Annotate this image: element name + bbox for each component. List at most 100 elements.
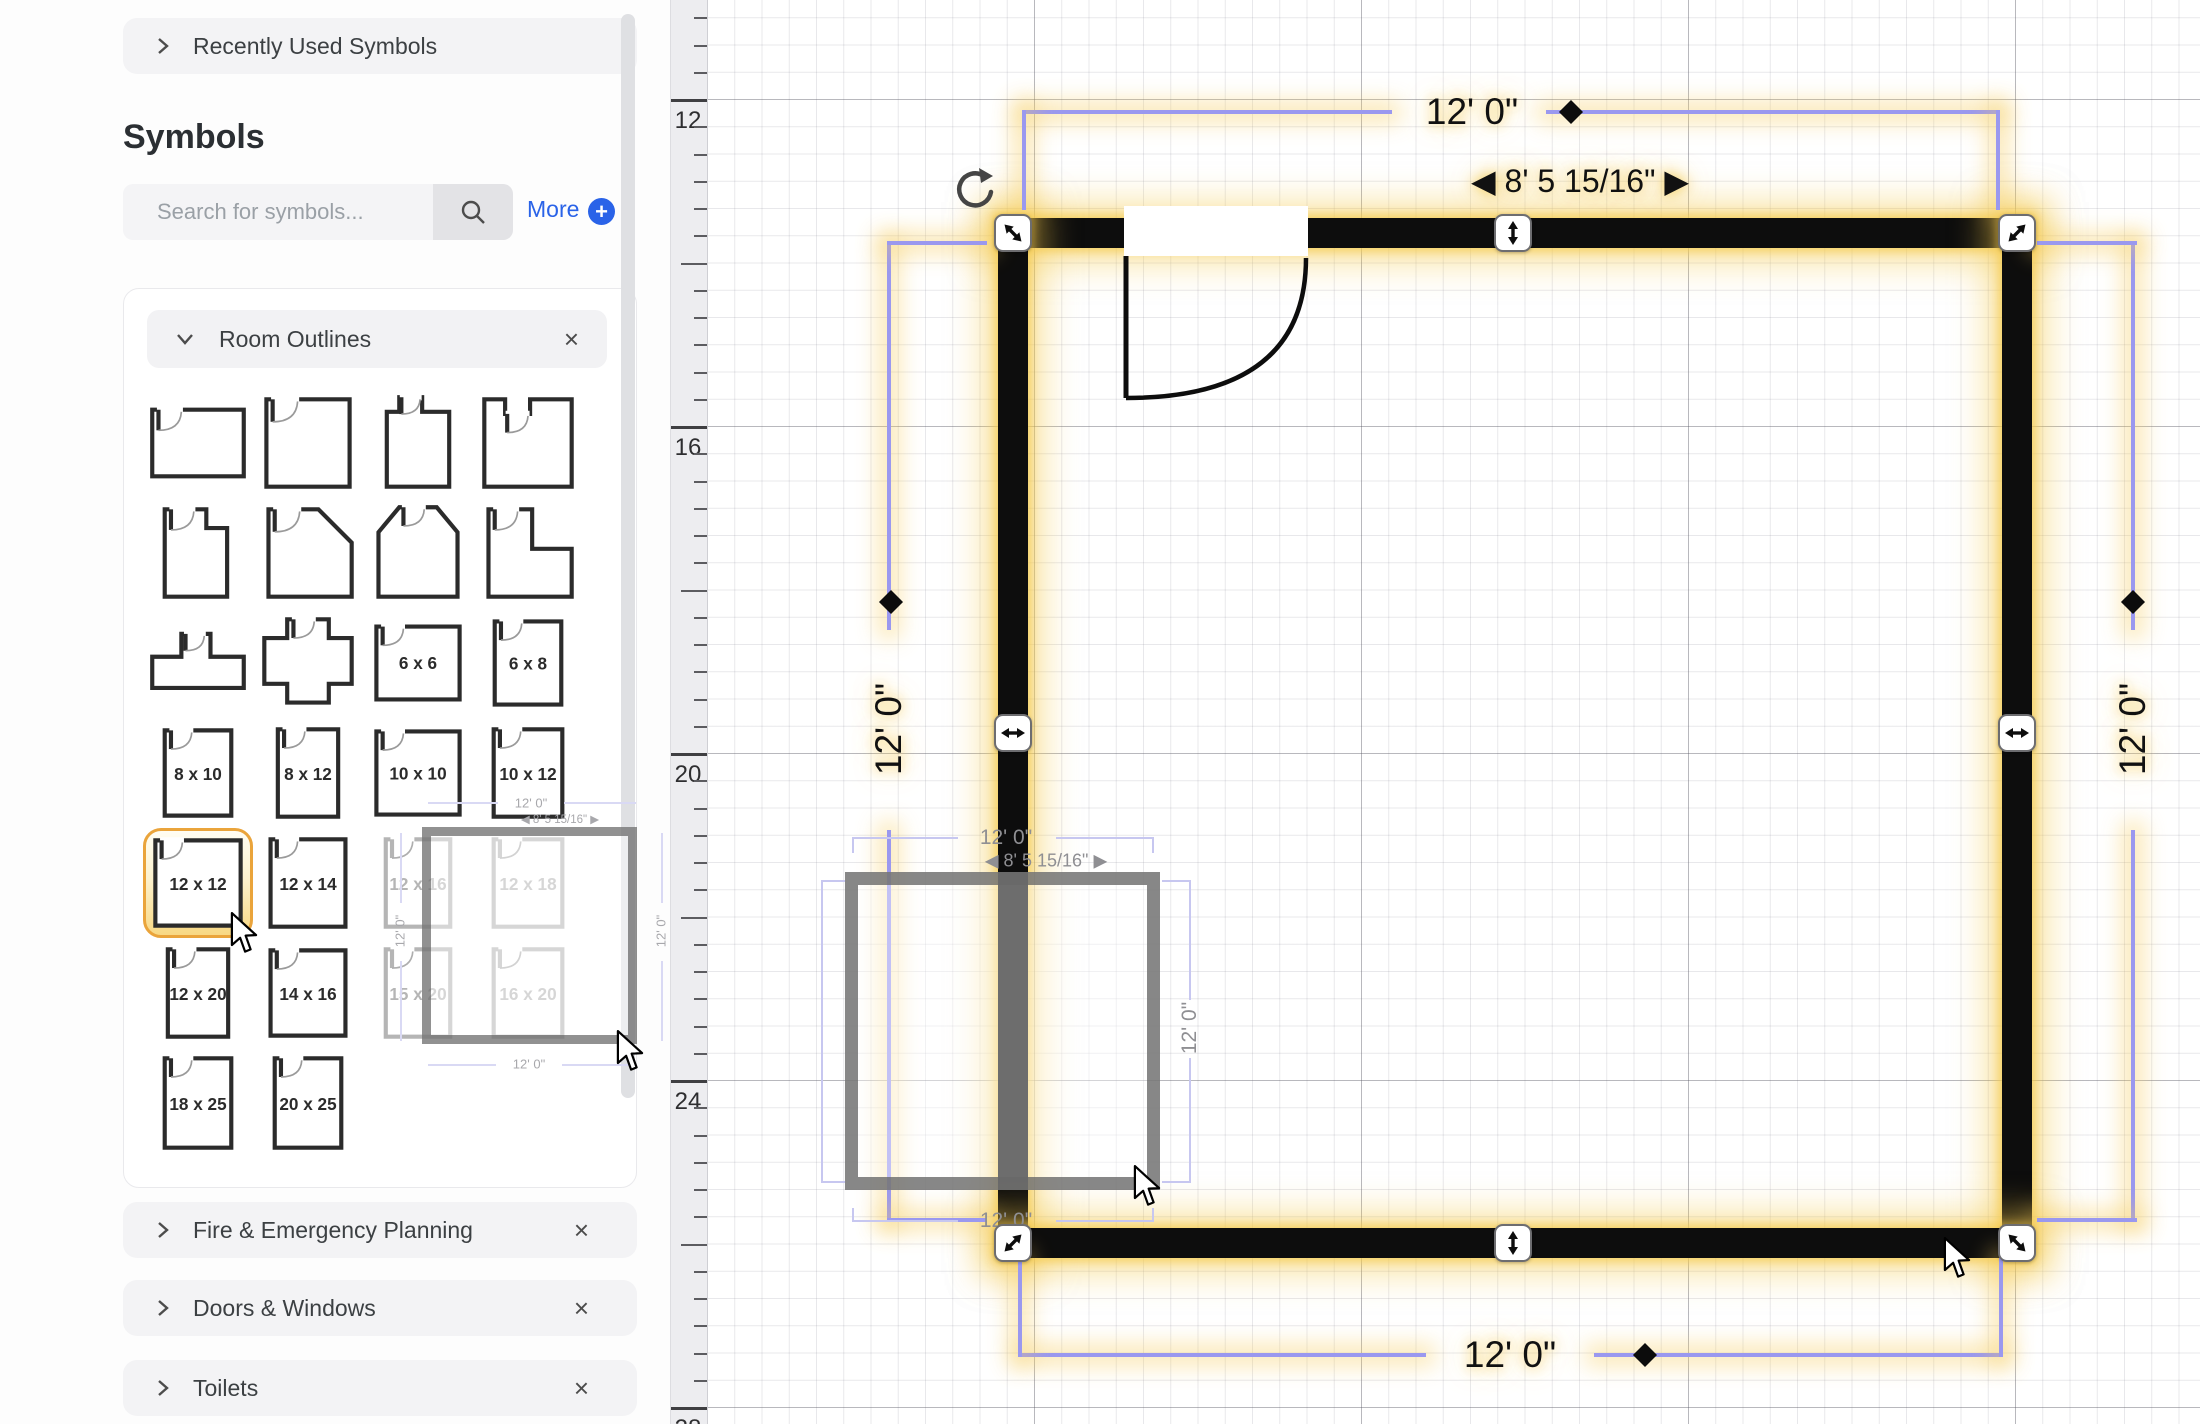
svg-text:12 x 14: 12 x 14 <box>279 874 337 894</box>
more-shapes-link[interactable]: More <box>527 196 579 223</box>
symbol-shape-9[interactable] <box>253 608 363 718</box>
ruler-tick <box>694 1053 707 1055</box>
symbol-20x25[interactable]: 20 x 25 <box>253 1048 363 1158</box>
door-swing-icon[interactable] <box>1108 240 1318 440</box>
symbol-shape-0[interactable] <box>143 388 253 498</box>
ghost-dimension-line <box>1189 1058 1191 1183</box>
rotate-handle[interactable] <box>948 166 996 219</box>
ruler-tick <box>694 481 707 483</box>
chevron-right-icon <box>155 34 171 58</box>
ghost-dimension-line <box>823 880 845 882</box>
symbol-shape-6[interactable] <box>363 498 473 608</box>
dimension-line <box>1996 110 2000 210</box>
symbol-shape-8[interactable] <box>143 608 253 718</box>
symbol-shape-7[interactable] <box>473 498 583 608</box>
dimension-height-right: 12' 0" <box>2112 683 2154 775</box>
mouse-cursor-icon <box>1942 1237 1972 1286</box>
ruler-tick <box>681 1244 707 1246</box>
chevron-right-icon <box>155 1376 171 1400</box>
ruler-tick <box>694 671 707 673</box>
ghost-dimension-height-right: 12' 0" <box>1178 1002 1202 1054</box>
symbol-shape-5[interactable] <box>253 498 363 608</box>
symbol-12x14[interactable]: 12 x 14 <box>253 828 363 938</box>
ruler-tick <box>694 1026 707 1028</box>
symbol-8x12[interactable]: 8 x 12 <box>253 718 363 828</box>
ruler-tick <box>671 99 708 102</box>
ruler-tick <box>694 1353 707 1355</box>
ruler-tick <box>694 1298 707 1300</box>
section-header-fire-emergency[interactable]: Fire & Emergency Planning × <box>123 1202 637 1258</box>
ghost-dimension-line <box>1056 837 1154 839</box>
resize-handle-top-middle[interactable] <box>1494 214 1532 252</box>
ruler-number: 28 <box>671 1415 705 1424</box>
symbol-10x10[interactable]: 10 x 10 <box>363 718 473 828</box>
ruler-tick <box>671 753 708 756</box>
dimension-width-bottom: 12' 0" <box>1464 1334 1556 1376</box>
drawing-canvas[interactable] <box>708 0 2200 1424</box>
ghost-dimension-line <box>821 880 823 1183</box>
ghost-dimension-line <box>661 833 663 903</box>
ruler-tick <box>694 235 707 237</box>
close-icon[interactable]: × <box>574 1295 589 1321</box>
ruler-tick <box>694 508 707 510</box>
ruler-tick <box>694 126 707 128</box>
symbol-18x25[interactable]: 18 x 25 <box>143 1048 253 1158</box>
ruler-tick <box>694 726 707 728</box>
symbol-6x8[interactable]: 6 x 8 <box>473 608 583 718</box>
resize-handle-left-middle[interactable] <box>994 714 1032 752</box>
symbol-shape-2[interactable] <box>363 388 473 498</box>
dimension-line <box>1022 1353 1426 1357</box>
section-header-toilets[interactable]: Toilets × <box>123 1360 637 1416</box>
recently-used-symbols-section[interactable]: Recently Used Symbols <box>123 18 637 74</box>
resize-handle-bottom-left[interactable] <box>994 1224 1032 1262</box>
close-icon[interactable]: × <box>564 324 579 355</box>
plus-icon[interactable]: + <box>588 198 615 225</box>
chevron-right-icon <box>155 1218 171 1242</box>
symbol-shape-3[interactable] <box>473 388 583 498</box>
ruler-number: 12 <box>671 107 705 135</box>
drag-ghost-room-canvas <box>845 872 1160 1190</box>
ruler-tick <box>694 72 707 74</box>
symbol-library-sidebar: Recently Used Symbols Symbols Search for… <box>0 0 670 1424</box>
svg-text:10 x 10: 10 x 10 <box>389 764 446 784</box>
resize-handle-top-left[interactable] <box>994 214 1032 252</box>
panel-ghost-height-right: 12' 0" <box>654 915 669 947</box>
ruler-tick <box>694 1135 707 1137</box>
recently-used-symbols-label: Recently Used Symbols <box>193 33 437 60</box>
drag-ghost-room-panel <box>422 827 637 1044</box>
section-label: Doors & Windows <box>193 1295 376 1322</box>
svg-text:18 x 25: 18 x 25 <box>169 1094 227 1114</box>
ruler-tick <box>694 1271 707 1273</box>
ghost-dimension-line <box>852 839 854 853</box>
section-label: Toilets <box>193 1375 258 1402</box>
svg-text:12 x 12: 12 x 12 <box>169 874 226 894</box>
symbol-shape-4[interactable] <box>143 498 253 608</box>
ghost-dimension-width-top: 12' 0" <box>980 826 1032 850</box>
symbol-14x16[interactable]: 14 x 16 <box>253 938 363 1048</box>
close-icon[interactable]: × <box>574 1375 589 1401</box>
symbol-6x6[interactable]: 6 x 6 <box>363 608 473 718</box>
search-button[interactable] <box>433 184 513 240</box>
ruler-tick <box>694 1216 707 1218</box>
search-placeholder: Search for symbols... <box>157 199 364 225</box>
ruler-tick <box>694 780 707 782</box>
ruler-tick <box>694 699 707 701</box>
resize-handle-bottom-middle[interactable] <box>1494 1224 1532 1262</box>
symbol-8x10[interactable]: 8 x 10 <box>143 718 253 828</box>
section-header-room-outlines[interactable]: Room Outlines × <box>147 310 607 368</box>
section-header-doors-windows[interactable]: Doors & Windows × <box>123 1280 637 1336</box>
resize-handle-bottom-right[interactable] <box>1998 1224 2036 1262</box>
resize-handle-right-middle[interactable] <box>1998 714 2036 752</box>
resize-handle-top-right[interactable] <box>1998 214 2036 252</box>
app-window: Recently Used Symbols Symbols Search for… <box>0 0 2200 1424</box>
ruler-tick <box>681 917 707 919</box>
dimension-line <box>1024 110 1392 114</box>
section-label: Fire & Emergency Planning <box>193 1217 473 1244</box>
symbol-shape-1[interactable] <box>253 388 363 498</box>
ruler-tick <box>694 453 707 455</box>
ruler-tick <box>694 1325 707 1327</box>
panel-ghost-width-bottom: 12' 0" <box>513 1057 545 1072</box>
close-icon[interactable]: × <box>574 1217 589 1243</box>
chevron-down-icon <box>173 331 197 347</box>
ghost-dimension-line <box>823 1181 845 1183</box>
